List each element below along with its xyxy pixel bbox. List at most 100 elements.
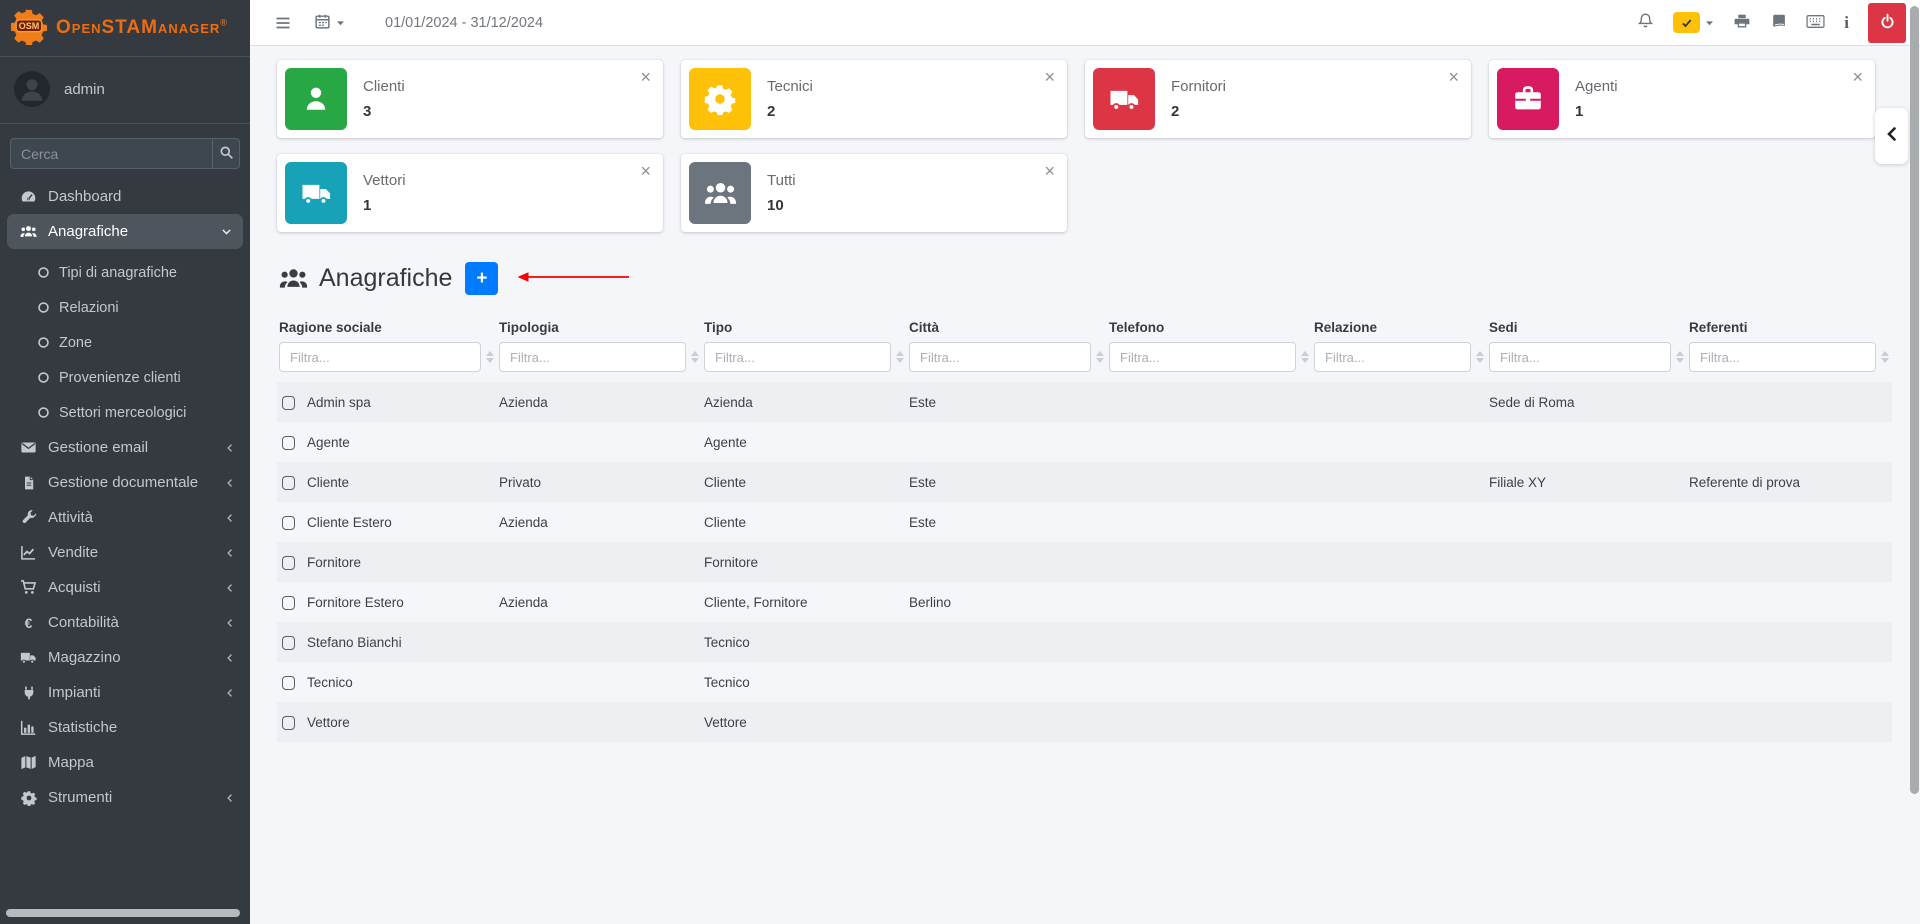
sidebar-item-anagrafiche[interactable]: Anagrafiche [7,214,243,249]
sidebar-item-provenienze-clienti[interactable]: Provenienze clienti [0,360,250,395]
close-icon[interactable]: × [1044,68,1055,86]
keyboard-shortcuts-button[interactable] [1806,13,1825,33]
gear-icon [689,68,751,130]
cell-citta [907,422,1107,462]
sidebar-menu: Dashboard Anagrafiche Tipi di anagrafich… [0,179,250,815]
wrench-icon [20,509,37,526]
stat-card-tutti[interactable]: Tutti10 × [681,154,1067,232]
sidebar-item-tipi-di-anagrafiche[interactable]: Tipi di anagrafiche [0,255,250,290]
sort-icon[interactable] [691,351,699,363]
row-checkbox[interactable] [282,596,295,610]
sidebar-item-label: Anagrafiche [48,223,128,240]
briefcase-icon [1497,68,1559,130]
sort-icon[interactable] [1476,351,1484,363]
stat-label: Fornitori [1171,78,1226,95]
table-row[interactable]: Vettore Vettore [277,702,1892,742]
avatar[interactable] [14,71,50,107]
table-row[interactable]: Cliente Privato Cliente Este Filiale XY … [277,462,1892,502]
sidebar-item-gestione-documentale[interactable]: Gestione documentale [0,465,250,500]
widgets-collapse-handle[interactable] [1875,108,1908,164]
sidebar-item-statistiche[interactable]: Statistiche [0,710,250,745]
app-logo[interactable]: OSM OpenSTAManager® [0,0,250,57]
table-row[interactable]: Stefano Bianchi Tecnico [277,622,1892,662]
filter-input-sedi[interactable] [1489,342,1671,372]
row-checkbox[interactable] [282,396,295,410]
table-row[interactable]: Fornitore Estero Azienda Cliente, Fornit… [277,582,1892,622]
stat-card-vettori[interactable]: Vettori1 × [277,154,663,232]
sidebar-item-mappa[interactable]: Mappa [0,745,250,780]
sort-icon[interactable] [1881,351,1889,363]
filter-input-telefono[interactable] [1109,342,1296,372]
sidebar-item-zone[interactable]: Zone [0,325,250,360]
filter-input-citta[interactable] [909,342,1091,372]
sort-icon[interactable] [1301,351,1309,363]
sidebar-horizontal-scrollbar[interactable] [6,909,240,917]
row-checkbox[interactable] [282,436,295,450]
sidebar-item-impianti[interactable]: Impianti [0,675,250,710]
chevron-left-icon [224,652,236,664]
sidebar-item-dashboard[interactable]: Dashboard [0,179,250,214]
table-row[interactable]: Agente Agente [277,422,1892,462]
print-button[interactable] [1733,13,1751,33]
row-checkbox[interactable] [282,676,295,690]
cell-telefono [1107,582,1312,622]
close-icon[interactable]: × [640,68,651,86]
stat-card-agenti[interactable]: Agenti1 × [1489,60,1875,138]
table-row[interactable]: Cliente Estero Azienda Cliente Este [277,502,1892,542]
notifications-bell-button[interactable] [1637,12,1654,33]
sidebar-item-contabilita[interactable]: € Contabilità [0,605,250,640]
sort-icon[interactable] [896,351,904,363]
cell-relazione [1312,382,1487,422]
chevron-left-icon [224,617,236,629]
docs-book-button[interactable] [1770,13,1787,33]
sidebar-item-magazzino[interactable]: Magazzino [0,640,250,675]
sort-icon[interactable] [1676,351,1684,363]
filter-input-tipologia[interactable] [499,342,686,372]
stat-card-tecnici[interactable]: Tecnici2 × [681,60,1067,138]
logout-power-button[interactable] [1868,3,1906,43]
sidebar-item-attivita[interactable]: Attività [0,500,250,535]
sidebar-item-settori-merceologici[interactable]: Settori merceologici [0,395,250,430]
close-icon[interactable]: × [1852,68,1863,86]
sidebar-item-gestione-email[interactable]: Gestione email [0,430,250,465]
filter-input-relazione[interactable] [1314,342,1471,372]
stat-card-clienti[interactable]: Clienti3 × [277,60,663,138]
chevron-left-icon [224,687,236,699]
row-checkbox[interactable] [282,556,295,570]
row-checkbox[interactable] [282,476,295,490]
sidebar-item-acquisti[interactable]: Acquisti [0,570,250,605]
sidebar-item-strumenti[interactable]: Strumenti [0,780,250,815]
cell-ragione-sociale: Cliente [305,462,497,502]
table-row[interactable]: Fornitore Fornitore [277,542,1892,582]
page-vertical-scrollbar[interactable] [1910,6,1919,794]
stat-card-fornitori[interactable]: Fornitori2 × [1085,60,1471,138]
cell-ragione-sociale: Fornitore Estero [305,582,497,622]
date-range[interactable]: 01/01/2024 - 31/12/2024 [385,15,543,31]
power-icon [1879,13,1896,33]
sort-icon[interactable] [486,351,494,363]
cell-referenti [1687,542,1892,582]
close-icon[interactable]: × [1448,68,1459,86]
filter-input-ragione-sociale[interactable] [279,342,481,372]
sort-icon[interactable] [1096,351,1104,363]
sidebar-item-relazioni[interactable]: Relazioni [0,290,250,325]
info-button[interactable]: i [1844,13,1849,33]
filter-input-referenti[interactable] [1689,342,1876,372]
hamburger-menu-button[interactable] [274,15,292,31]
row-checkbox[interactable] [282,716,295,730]
table-row[interactable]: Admin spa Azienda Azienda Este Sede di R… [277,382,1892,422]
add-record-button[interactable]: + [465,262,498,295]
row-checkbox[interactable] [282,636,295,650]
status-check-dropdown[interactable] [1673,12,1714,33]
filter-input-tipo[interactable] [704,342,891,372]
row-checkbox[interactable] [282,516,295,530]
search-input[interactable] [10,138,212,169]
close-icon[interactable]: × [640,162,651,180]
search-button[interactable] [212,138,240,169]
cell-tipo: Tecnico [702,622,907,662]
calendar-button[interactable] [314,13,345,33]
close-icon[interactable]: × [1044,162,1055,180]
sidebar-item-vendite[interactable]: Vendite [0,535,250,570]
user-name[interactable]: admin [64,81,105,98]
table-row[interactable]: Tecnico Tecnico [277,662,1892,702]
